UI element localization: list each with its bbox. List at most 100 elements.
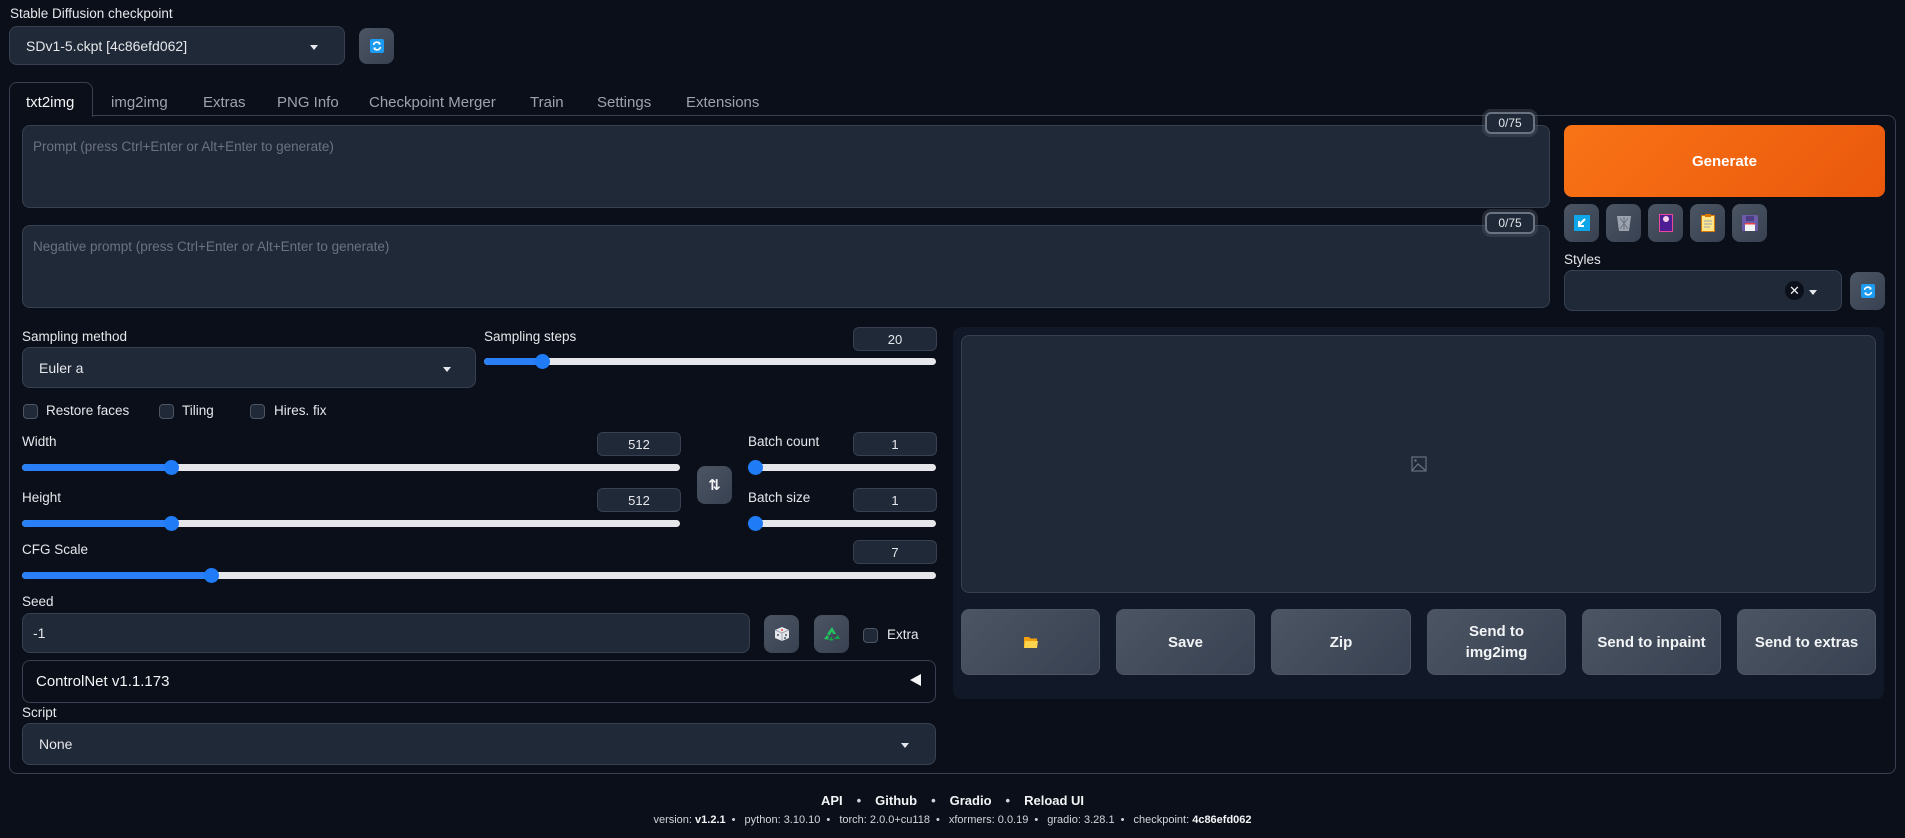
refresh-icon [1860, 284, 1875, 298]
footer-link-github[interactable]: Github [875, 793, 917, 808]
prompt-placeholder: Prompt (press Ctrl+Enter or Alt+Enter to… [33, 139, 334, 154]
negative-prompt-textarea[interactable]: Negative prompt (press Ctrl+Enter or Alt… [22, 225, 1550, 308]
recycle-icon [823, 627, 840, 641]
clear-prompt-button[interactable] [1606, 204, 1641, 242]
apply-style-button[interactable] [1690, 204, 1725, 242]
send-to-extras-button[interactable]: Send to extras [1737, 609, 1876, 675]
width-label: Width [22, 434, 57, 449]
tab-extensions[interactable]: Extensions [686, 88, 759, 116]
clipboard-icon [1700, 214, 1715, 232]
refresh-icon [369, 39, 384, 53]
reuse-seed-button[interactable] [814, 615, 849, 653]
cfg-scale-input[interactable]: 7 [853, 540, 937, 564]
checkpoint-dropdown[interactable]: SDv1-5.ckpt [4c86efd062] [9, 26, 345, 65]
width-slider[interactable] [22, 460, 680, 475]
chevron-down-icon [901, 743, 909, 748]
random-seed-button[interactable] [764, 615, 799, 653]
height-input[interactable]: 512 [597, 488, 681, 512]
generate-button[interactable]: Generate [1564, 125, 1885, 197]
dice-icon [774, 627, 789, 641]
clear-styles-icon[interactable]: ✕ [1785, 281, 1804, 300]
python-info: python: 3.10.10 [744, 814, 821, 826]
checkpoint-label: Stable Diffusion checkpoint [10, 6, 173, 21]
tab-png-info[interactable]: PNG Info [277, 88, 339, 116]
sampling-steps-slider[interactable] [484, 354, 936, 369]
script-dropdown[interactable]: None [22, 723, 936, 765]
batch-size-label: Batch size [748, 490, 811, 505]
tab-checkpoint-merger[interactable]: Checkpoint Merger [369, 88, 496, 116]
tiling-checkbox[interactable] [159, 404, 174, 419]
slider-thumb[interactable] [748, 516, 763, 531]
batch-size-slider[interactable] [748, 516, 936, 531]
extra-networks-icon [1658, 214, 1673, 232]
prompt-token-counter: 0/75 [1485, 112, 1535, 134]
controlnet-accordion[interactable]: ControlNet v1.1.173 [22, 660, 936, 703]
prompt-textarea[interactable]: Prompt (press Ctrl+Enter or Alt+Enter to… [22, 125, 1550, 208]
footer-versions: version: v1.2.1 • python: 3.10.10 • torch:… [653, 814, 1252, 826]
negative-prompt-placeholder: Negative prompt (press Ctrl+Enter or Alt… [33, 239, 390, 254]
script-label: Script [22, 705, 57, 720]
tab-settings[interactable]: Settings [597, 88, 651, 116]
batch-count-input[interactable]: 1 [853, 432, 937, 456]
height-label: Height [22, 490, 62, 505]
cfg-scale-label: CFG Scale [22, 542, 89, 557]
batch-size-input[interactable]: 1 [853, 488, 937, 512]
extra-networks-button[interactable] [1648, 204, 1683, 242]
slider-thumb[interactable] [534, 354, 550, 369]
checkpoint-value: SDv1-5.ckpt [4c86efd062] [26, 37, 188, 54]
extra-seed-label: Extra [887, 627, 919, 642]
checkpoint-info: checkpoint: 4c86efd062 [1133, 814, 1252, 826]
footer-link-api[interactable]: API [821, 793, 843, 808]
seed-value: -1 [33, 625, 46, 641]
hires-fix-label: Hires. fix [274, 403, 327, 418]
collapse-arrow-icon [910, 674, 921, 686]
sampling-method-dropdown[interactable]: Euler a [22, 347, 476, 388]
sampling-method-label: Sampling method [22, 329, 128, 344]
refresh-checkpoint-button[interactable] [359, 28, 394, 64]
save-style-icon [1741, 215, 1758, 231]
send-to-img2img-button[interactable]: Send to img2img [1427, 609, 1566, 675]
swap-dimensions-button[interactable]: ⇅ [697, 466, 732, 504]
footer-link-reload-ui[interactable]: Reload UI [1024, 793, 1084, 808]
tab-extras[interactable]: Extras [203, 88, 246, 116]
styles-dropdown[interactable]: ✕ [1564, 270, 1842, 311]
xformers-info: xformers: 0.0.19 [948, 814, 1029, 826]
restore-faces-checkbox[interactable] [23, 404, 38, 419]
footer-links: API • Github • Gradio • Reload UI [820, 793, 1085, 808]
read-params-icon [1573, 215, 1590, 231]
footer-link-gradio[interactable]: Gradio [950, 793, 992, 808]
width-input[interactable]: 512 [597, 432, 681, 456]
tab-img2img[interactable]: img2img [111, 88, 168, 116]
send-to-inpaint-button[interactable]: Send to inpaint [1582, 609, 1721, 675]
swap-arrows-icon: ⇅ [708, 477, 721, 494]
cfg-scale-slider[interactable] [22, 568, 936, 583]
tab-train[interactable]: Train [530, 88, 564, 116]
save-style-button[interactable] [1732, 204, 1767, 242]
version-info: version: v1.2.1 [653, 814, 726, 826]
slider-thumb[interactable] [748, 460, 763, 475]
height-slider[interactable] [22, 516, 680, 531]
chevron-down-icon [1809, 290, 1817, 295]
seed-input[interactable]: -1 [22, 613, 750, 653]
open-folder-button[interactable] [961, 609, 1100, 675]
tiling-label: Tiling [182, 403, 214, 418]
sampling-method-value: Euler a [39, 359, 84, 376]
read-params-button[interactable] [1564, 204, 1599, 242]
output-gallery [961, 335, 1876, 593]
batch-count-label: Batch count [748, 434, 820, 449]
folder-icon [1023, 637, 1038, 648]
hires-fix-checkbox[interactable] [250, 404, 265, 419]
slider-thumb[interactable] [163, 516, 179, 531]
sampling-steps-input[interactable]: 20 [853, 327, 937, 351]
sampling-steps-label: Sampling steps [484, 329, 577, 344]
styles-label: Styles [1564, 252, 1601, 267]
restore-faces-label: Restore faces [46, 403, 130, 418]
extra-seed-checkbox[interactable] [863, 628, 878, 643]
save-button[interactable]: Save [1116, 609, 1255, 675]
batch-count-slider[interactable] [748, 460, 936, 475]
tab-txt2img[interactable]: txt2img [26, 88, 74, 116]
refresh-styles-button[interactable] [1850, 272, 1885, 310]
zip-button[interactable]: Zip [1271, 609, 1411, 675]
negative-prompt-token-counter: 0/75 [1485, 212, 1535, 234]
slider-thumb[interactable] [163, 460, 179, 475]
